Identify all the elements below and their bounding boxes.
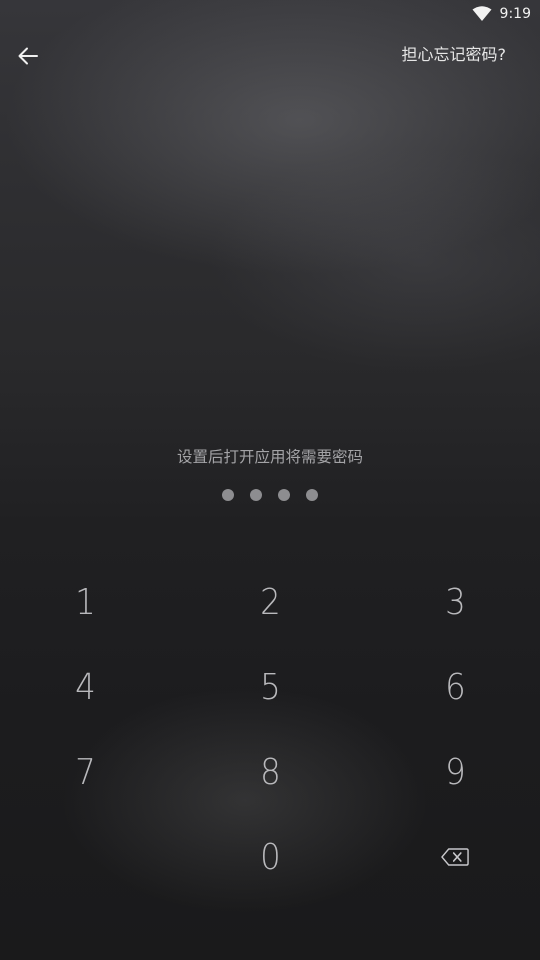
status-time: 9:19 (499, 6, 531, 22)
back-button[interactable] (10, 38, 46, 74)
status-bar: 9:19 (0, 0, 540, 28)
pin-dot (222, 489, 234, 501)
key-8[interactable]: 8 (210, 730, 330, 814)
forgot-password-link[interactable]: 担心忘记密码? (402, 44, 507, 66)
pin-dot (306, 489, 318, 501)
backspace-button[interactable] (395, 815, 515, 899)
key-4[interactable]: 4 (25, 645, 145, 729)
key-9[interactable]: 9 (395, 730, 515, 814)
key-3[interactable]: 3 (395, 560, 515, 644)
key-1[interactable]: 1 (25, 560, 145, 644)
key-5[interactable]: 5 (210, 645, 330, 729)
key-2[interactable]: 2 (210, 560, 330, 644)
set-password-prompt: 设置后打开应用将需要密码 (176, 448, 363, 466)
app-lock-screen: 9:19 担心忘记密码? 设置后打开应用将需要密码 1 2 3 4 5 6 7 … (0, 0, 540, 960)
key-0[interactable]: 0 (210, 815, 330, 899)
pin-indicator (0, 489, 540, 503)
wifi-icon (472, 6, 492, 22)
backspace-icon (441, 847, 470, 867)
key-7[interactable]: 7 (25, 730, 145, 814)
key-6[interactable]: 6 (395, 645, 515, 729)
pin-dot (250, 489, 262, 501)
pin-dot (278, 489, 290, 501)
